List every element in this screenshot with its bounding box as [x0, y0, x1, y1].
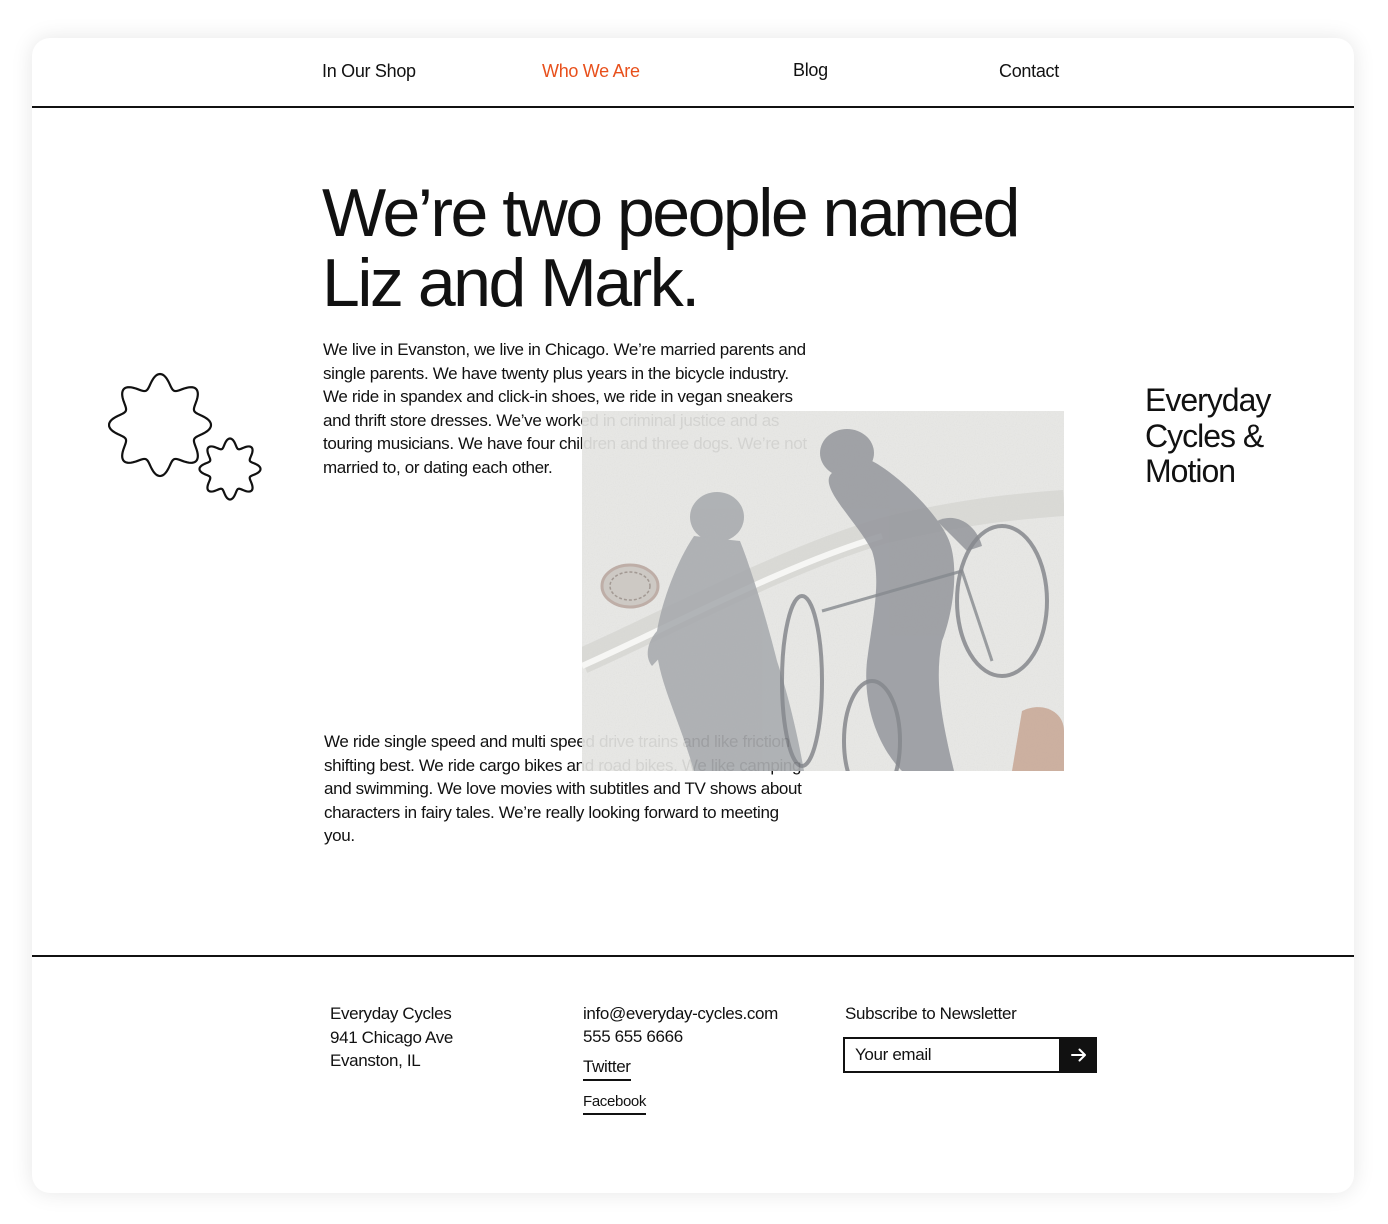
brand-line: Cycles &	[1145, 417, 1264, 454]
nav-item-contact[interactable]: Contact	[999, 61, 1059, 82]
address-line: 941 Chicago Ave	[330, 1027, 453, 1047]
brand-line: Motion	[1145, 453, 1236, 489]
gears-icon	[108, 372, 262, 501]
shadows-of-two-cyclists-photo	[582, 411, 1064, 771]
contact-phone: 555 655 6666	[583, 1027, 683, 1046]
arrow-right-icon	[1071, 1048, 1086, 1062]
newsletter-form	[843, 1037, 1097, 1073]
facebook-link[interactable]: Facebook	[583, 1092, 646, 1115]
footer: Everyday Cycles 941 Chicago Ave Evanston…	[32, 955, 1354, 1193]
address-line: Evanston, IL	[330, 1051, 421, 1070]
address-line: Everyday Cycles	[330, 1004, 452, 1023]
nav-item-in-our-shop[interactable]: In Our Shop	[322, 61, 416, 82]
top-nav: In Our Shop Who We Are Blog Contact	[32, 38, 1354, 108]
nav-item-blog[interactable]: Blog	[793, 60, 828, 81]
newsletter-label: Subscribe to Newsletter	[845, 1004, 1017, 1023]
shop-address: Everyday Cycles 941 Chicago Ave Evanston…	[330, 1002, 453, 1073]
brand-line: Everyday	[1145, 382, 1271, 418]
brand-name: Everyday Cycles & Motion	[1145, 382, 1271, 490]
page-card: In Our Shop Who We Are Blog Contact We’r…	[32, 38, 1354, 1193]
page-title: We’re two people named Liz and Mark.	[322, 175, 1020, 321]
subscribe-button[interactable]	[1061, 1037, 1097, 1073]
twitter-link[interactable]: Twitter	[583, 1056, 631, 1081]
contact-email: info@everyday-cycles.com	[583, 1004, 778, 1023]
email-field[interactable]	[843, 1037, 1061, 1073]
nav-item-who-we-are[interactable]: Who We Are	[542, 61, 640, 82]
